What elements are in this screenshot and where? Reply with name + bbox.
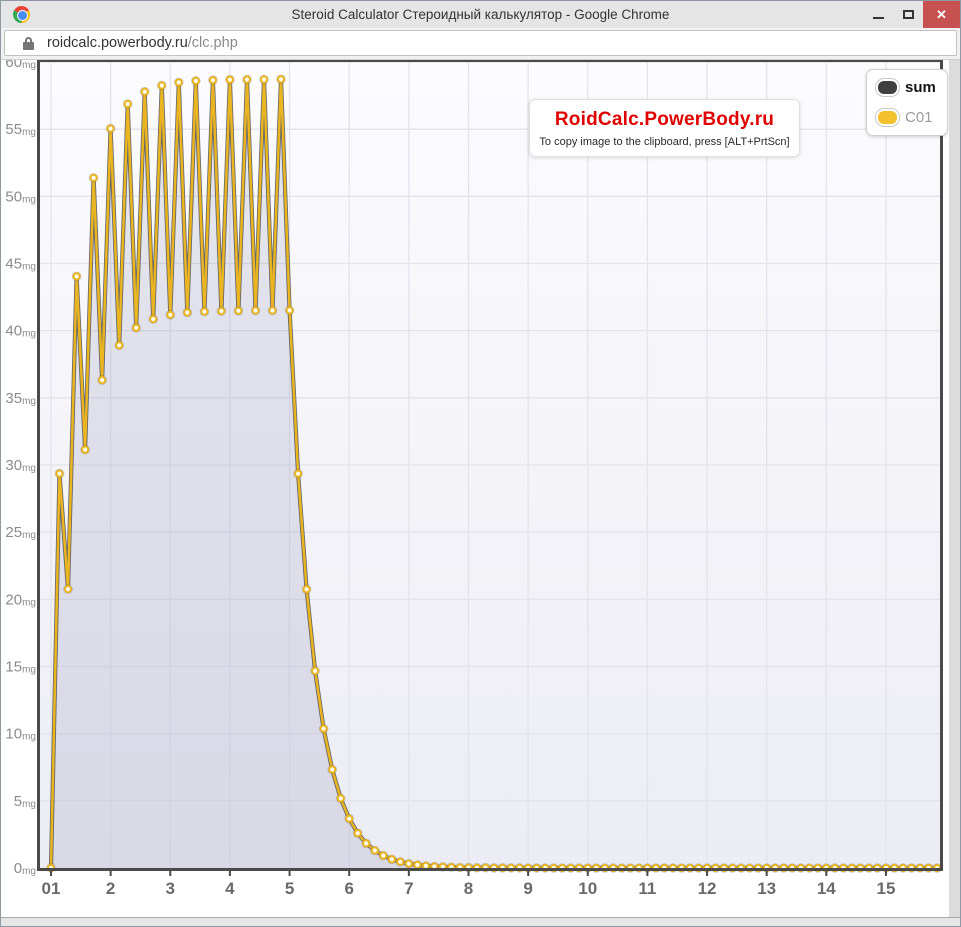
svg-text:10: 10 [578,879,597,898]
close-button[interactable]: ✕ [923,1,960,28]
legend-label-sum: sum [905,79,936,96]
url-domain: roidcalc.powerbody.ru [47,35,188,51]
svg-text:6: 6 [344,879,353,898]
c01-swatch-icon [878,111,897,124]
title-bar[interactable]: Steroid Calculator Стероидный калькулято… [1,1,960,28]
svg-text:11: 11 [638,879,656,898]
svg-text:10mg: 10mg [5,726,36,743]
svg-text:35mg: 35mg [5,390,36,407]
svg-text:9: 9 [523,879,532,898]
url-path: /clc.php [188,35,238,51]
window-controls: ✕ [863,1,960,28]
svg-text:40mg: 40mg [5,323,36,340]
svg-text:2: 2 [106,879,115,898]
window-bottom-frame [1,917,960,926]
sum-swatch-icon [878,81,897,94]
watermark-title: RoidCalc.PowerBody.ru [536,109,793,131]
svg-text:15: 15 [876,879,895,898]
svg-text:55mg: 55mg [5,121,36,138]
minimize-button[interactable] [863,1,893,28]
svg-text:5mg: 5mg [14,793,36,810]
svg-text:50mg: 50mg [5,188,36,205]
svg-text:01: 01 [42,879,61,898]
minimize-icon [873,17,884,19]
lock-icon[interactable] [23,37,34,50]
svg-text:0mg: 0mg [14,860,36,877]
svg-text:5: 5 [285,879,294,898]
svg-text:3: 3 [166,879,175,898]
address-bar[interactable]: roidcalc.powerbody.ru/clc.php [4,30,957,56]
svg-text:13: 13 [757,879,776,898]
maximize-button[interactable] [893,1,923,28]
vertical-scrollbar[interactable] [949,60,960,918]
svg-text:45mg: 45mg [5,256,36,273]
legend-item-sum[interactable]: sum [878,79,936,96]
watermark-subtitle: To copy image to the clipboard, press [A… [536,136,793,148]
svg-text:8: 8 [464,879,473,898]
svg-text:4: 4 [225,879,235,898]
svg-text:15mg: 15mg [5,659,36,676]
svg-text:30mg: 30mg [5,457,36,474]
svg-text:25mg: 25mg [5,524,36,541]
dose-chart: 01 2 3 4 5 6 7 8 9 10 11 12 13 14 15 0mg 5mg 10mg 15mg 20mg… [0,0,959,925]
url-bar: roidcalc.powerbody.ru/clc.php [1,28,960,60]
browser-window: 01 2 3 4 5 6 7 8 9 10 11 12 13 14 15 0mg 5mg 10mg 15mg 20mg… [0,0,961,927]
watermark-box: RoidCalc.PowerBody.ru To copy image to t… [529,99,800,157]
window-title: Steroid Calculator Стероидный калькулято… [121,1,840,28]
chrome-icon [13,6,30,23]
legend-label-c01: C01 [905,109,933,126]
svg-text:7: 7 [404,879,413,898]
maximize-icon [903,10,914,19]
legend-item-c01[interactable]: C01 [878,109,936,126]
chart-legend: sum C01 [866,69,948,136]
svg-text:12: 12 [698,879,717,898]
svg-text:20mg: 20mg [5,591,36,608]
svg-text:14: 14 [817,879,836,898]
